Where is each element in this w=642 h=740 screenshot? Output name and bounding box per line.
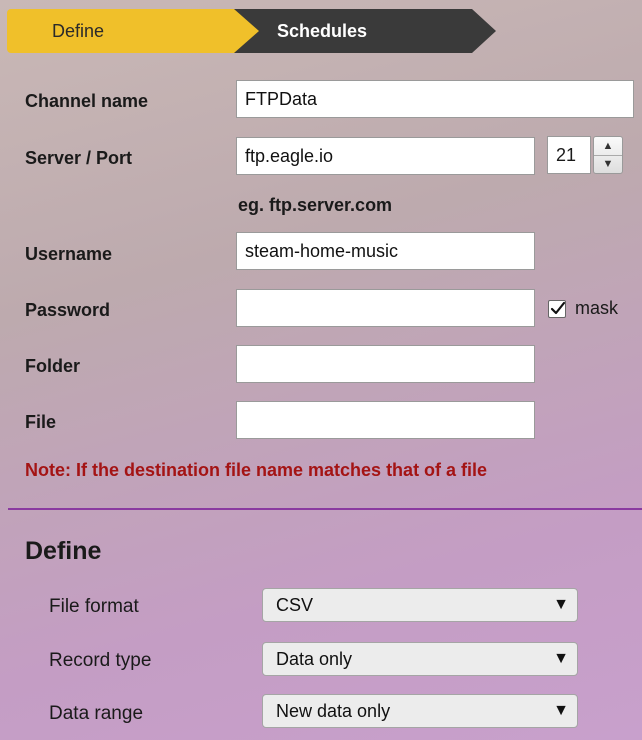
data-range-label: Data range [49, 703, 144, 724]
mask-checkbox[interactable] [548, 300, 566, 318]
wizard-tabs: Schedules Define [0, 0, 642, 62]
file-format-value: CSV [276, 595, 314, 615]
channel-name-input[interactable] [236, 80, 634, 118]
folder-label: Folder [25, 356, 81, 376]
server-hint: eg. ftp.server.com [238, 195, 393, 215]
record-type-label: Record type [49, 650, 152, 671]
channel-name-label: Channel name [25, 91, 149, 111]
port-input[interactable]: 21 [547, 136, 591, 174]
stepper-up-icon[interactable]: ▲ [594, 137, 622, 156]
record-type-value: Data only [276, 649, 353, 669]
password-input[interactable] [236, 289, 535, 327]
server-input[interactable] [236, 137, 535, 175]
dropdown-arrow-icon: ▼ [553, 596, 569, 613]
section-divider [8, 508, 642, 510]
folder-input[interactable] [236, 345, 535, 383]
file-input[interactable] [236, 401, 535, 439]
password-label: Password [25, 300, 111, 320]
server-port-label: Server / Port [25, 148, 133, 168]
file-format-label: File format [49, 596, 139, 617]
define-section-title: Define [25, 537, 102, 565]
mask-label: mask [575, 298, 619, 318]
port-stepper: 21 ▲ ▼ [547, 136, 625, 176]
dropdown-arrow-icon: ▼ [553, 702, 569, 719]
data-range-select[interactable]: New data only ▼ [262, 694, 578, 728]
tab-schedules-label: Schedules [277, 21, 368, 41]
file-label: File [25, 412, 57, 432]
dropdown-arrow-icon: ▼ [553, 650, 569, 667]
port-stepper-control[interactable]: ▲ ▼ [593, 136, 623, 174]
username-input[interactable] [236, 232, 535, 270]
warning-note: Note: If the destination file name match… [25, 460, 488, 480]
tab-schedules[interactable]: Schedules [232, 9, 496, 53]
check-mark-icon [550, 301, 566, 315]
stepper-down-icon[interactable]: ▼ [594, 155, 622, 173]
tab-define[interactable]: Define [7, 9, 259, 53]
tab-define-label: Define [52, 21, 105, 41]
data-range-value: New data only [276, 701, 391, 721]
username-label: Username [25, 244, 113, 264]
record-type-select[interactable]: Data only ▼ [262, 642, 578, 676]
file-format-select[interactable]: CSV ▼ [262, 588, 578, 622]
